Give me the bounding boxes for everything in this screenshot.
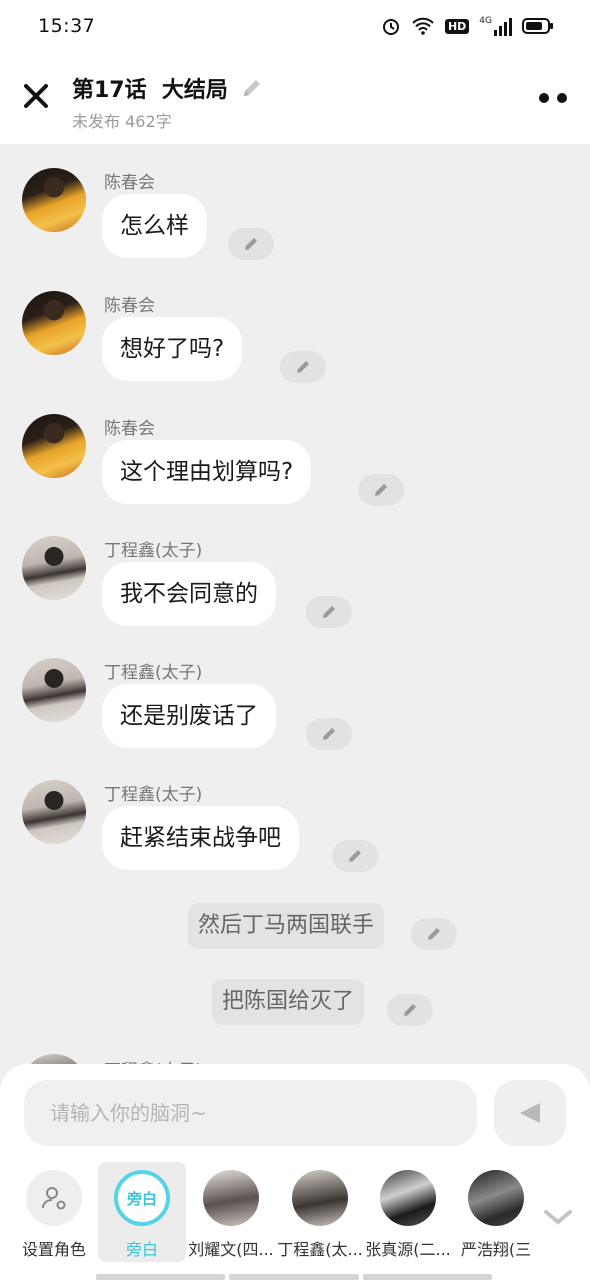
edit-message-button[interactable] bbox=[228, 228, 274, 260]
avatar[interactable] bbox=[22, 780, 86, 844]
chapter-title: 第17话 大结局 bbox=[72, 78, 228, 103]
sender-name: 丁程鑫(太子) bbox=[104, 1056, 202, 1064]
status-bar: 15:37 HD 4G bbox=[0, 0, 590, 52]
chevron-down-icon[interactable] bbox=[538, 1202, 578, 1232]
sender-name: 丁程鑫(太子) bbox=[104, 541, 203, 561]
sender-name: 丁程鑫(太子) bbox=[104, 663, 203, 683]
role-selector: 设置角色 旁白 旁白 刘耀文(四... 丁程鑫(太... 张真源(二... 严浩… bbox=[0, 1162, 590, 1272]
sender-name: 陈春会 bbox=[104, 296, 155, 316]
sender-name: 陈春会 bbox=[104, 419, 155, 439]
title-row: 第17话 大结局 bbox=[72, 72, 264, 104]
message-bubble[interactable]: 我不会同意的 bbox=[102, 562, 276, 626]
role-label: 刘耀文(四... bbox=[188, 1240, 274, 1259]
pencil-icon bbox=[428, 928, 440, 940]
role-setting-avatar bbox=[26, 1170, 82, 1226]
role-scroll-indicator bbox=[96, 1274, 492, 1280]
narration-bubble[interactable]: 把陈国给灭了 bbox=[212, 979, 365, 1025]
message-bubble[interactable]: 赶紧结束战争吧 bbox=[102, 806, 299, 870]
role-zhang-zhenyuan[interactable]: 张真源(二... bbox=[364, 1162, 452, 1262]
avatar[interactable] bbox=[22, 1054, 86, 1064]
status-time: 15:37 bbox=[38, 15, 96, 37]
hd-icon: HD bbox=[444, 18, 470, 34]
edit-narration-button[interactable] bbox=[411, 918, 457, 950]
pencil-icon bbox=[323, 606, 335, 618]
network-type-label: 4G bbox=[479, 16, 492, 26]
role-label: 丁程鑫(太... bbox=[277, 1240, 363, 1259]
edit-message-button[interactable] bbox=[306, 718, 352, 750]
narration-bubble[interactable]: 然后丁马两国联手 bbox=[188, 903, 385, 949]
message-bubble[interactable]: 这个理由划算吗? bbox=[102, 440, 312, 504]
composer-panel: 请输入你的脑洞~ 设置角色 旁白 旁白 刘耀文(四... 丁程鑫(太... 张真… bbox=[0, 1064, 590, 1280]
avatar bbox=[203, 1170, 259, 1226]
role-label: 严浩翔(三 bbox=[460, 1240, 532, 1259]
role-setting[interactable]: 设置角色 bbox=[10, 1162, 98, 1262]
role-narrator[interactable]: 旁白 旁白 bbox=[98, 1162, 186, 1262]
wifi-icon bbox=[412, 17, 434, 35]
avatar bbox=[468, 1170, 524, 1226]
edit-narration-button[interactable] bbox=[387, 994, 433, 1026]
pencil-icon bbox=[323, 728, 335, 740]
role-narrator-avatar: 旁白 bbox=[114, 1170, 170, 1226]
alarm-icon bbox=[382, 19, 399, 35]
avatar bbox=[380, 1170, 436, 1226]
edit-message-button[interactable] bbox=[358, 474, 404, 506]
battery-icon bbox=[522, 18, 553, 34]
role-label: 张真源(二... bbox=[365, 1240, 451, 1259]
more-options-button[interactable] bbox=[536, 88, 570, 108]
pencil-icon bbox=[297, 361, 309, 373]
signal-icon: 4G bbox=[479, 16, 512, 36]
pencil-icon bbox=[349, 850, 361, 862]
sender-name: 丁程鑫(太子) bbox=[104, 785, 203, 805]
close-icon[interactable] bbox=[20, 80, 52, 112]
person-settings-icon bbox=[42, 1187, 66, 1210]
role-label: 旁白 bbox=[125, 1240, 158, 1259]
avatar[interactable] bbox=[22, 536, 86, 600]
pencil-icon bbox=[404, 1004, 416, 1016]
edit-message-button[interactable] bbox=[280, 351, 326, 383]
role-liu-yaowen[interactable]: 刘耀文(四... bbox=[187, 1162, 275, 1262]
edit-message-button[interactable] bbox=[332, 840, 378, 872]
message-bubble[interactable]: 想好了吗? bbox=[102, 317, 243, 381]
message-bubble[interactable]: 怎么样 bbox=[102, 194, 207, 258]
avatar[interactable] bbox=[22, 414, 86, 478]
role-label: 设置角色 bbox=[21, 1240, 86, 1259]
sender-name: 陈春会 bbox=[104, 173, 155, 193]
message-input[interactable]: 请输入你的脑洞~ bbox=[24, 1080, 477, 1146]
avatar[interactable] bbox=[22, 291, 86, 355]
message-bubble[interactable]: 还是别废话了 bbox=[102, 684, 276, 748]
avatar[interactable] bbox=[22, 658, 86, 722]
edit-title-pencil-icon[interactable] bbox=[240, 76, 264, 100]
edit-message-button[interactable] bbox=[306, 596, 352, 628]
role-ding-chengxin[interactable]: 丁程鑫(太... bbox=[276, 1162, 364, 1262]
chapter-status: 未发布 462字 bbox=[72, 112, 172, 131]
send-button[interactable] bbox=[494, 1080, 566, 1146]
pencil-icon bbox=[245, 238, 257, 250]
editor-header: 第17话 大结局 未发布 462字 bbox=[0, 52, 590, 144]
status-icons: HD 4G bbox=[381, 16, 554, 36]
avatar bbox=[292, 1170, 348, 1226]
pencil-icon bbox=[375, 484, 387, 496]
role-yan-haoxiang[interactable]: 严浩翔(三 bbox=[452, 1162, 540, 1262]
chat-area[interactable]: 陈春会 怎么样 陈春会 想好了吗? 陈春会 这个理由划算吗? 丁程鑫(太子) 我… bbox=[0, 144, 590, 1064]
send-icon bbox=[520, 1103, 540, 1123]
avatar[interactable] bbox=[22, 168, 86, 232]
